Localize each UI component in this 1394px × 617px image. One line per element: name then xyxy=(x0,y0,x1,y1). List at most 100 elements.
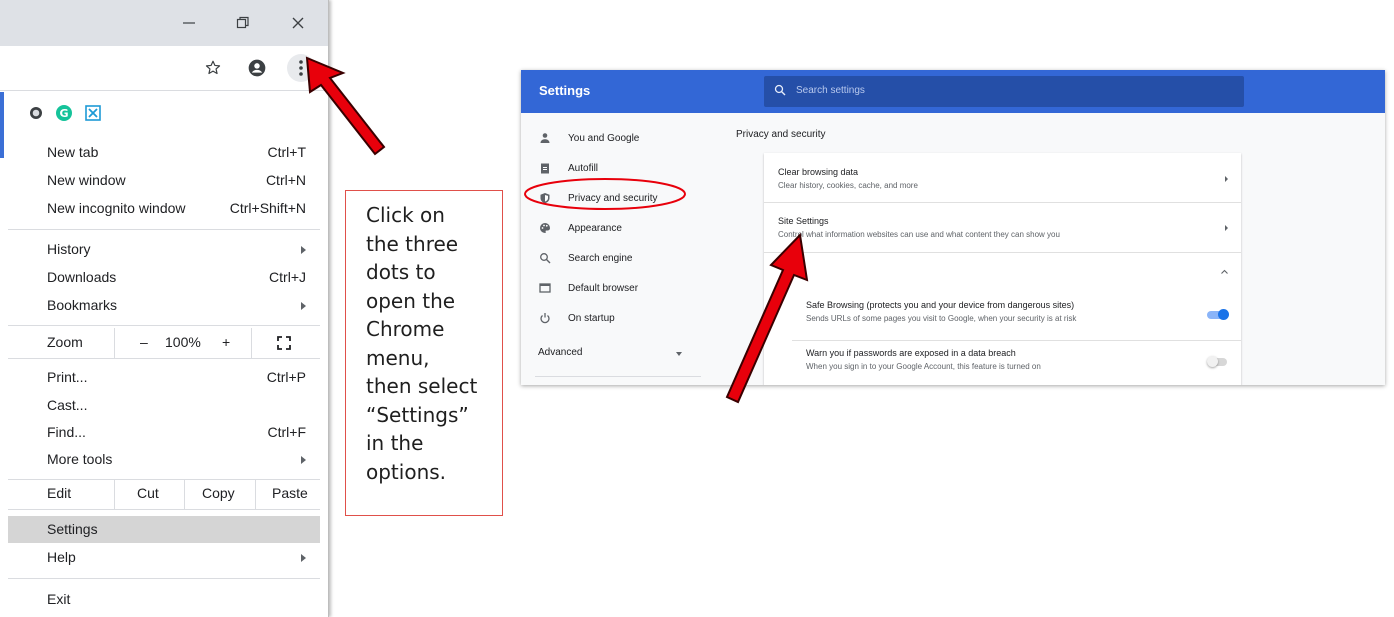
instruction-line: menu, xyxy=(366,345,430,370)
menu-item-settings[interactable]: Settings xyxy=(8,516,320,543)
row-title: re xyxy=(794,266,803,276)
edit-label: Edit xyxy=(47,485,72,501)
menu-item-bookmarks[interactable]: Bookmarks xyxy=(8,292,320,319)
menu-item-label: Bookmarks xyxy=(47,297,118,313)
instruction-line: options. xyxy=(366,459,447,484)
search-placeholder: Search settings xyxy=(796,85,865,96)
privacy-card: Clear browsing data Clear history, cooki… xyxy=(764,153,1241,385)
sidebar-item-default-browser[interactable]: Default browser xyxy=(521,277,761,303)
sidebar-item-label: Search engine xyxy=(568,253,633,264)
menu-divider xyxy=(8,358,320,359)
sidebar-item-search-engine[interactable]: Search engine xyxy=(521,247,761,273)
chrome-menu: G New tab Ctrl+T New window Ctrl+N New inc… xyxy=(8,91,320,617)
menu-item-label: New incognito window xyxy=(47,200,186,216)
zoom-in-button[interactable]: + xyxy=(222,334,230,350)
profile-button[interactable] xyxy=(243,54,271,82)
menu-item-help[interactable]: Help xyxy=(8,544,320,571)
edit-row: Edit Cut Copy Paste xyxy=(8,479,320,509)
sidebar-item-label: Autofill xyxy=(568,163,599,174)
menu-item-shortcut: Ctrl+N xyxy=(265,172,306,188)
password-warning-row[interactable]: Warn you if passwords are exposed in a d… xyxy=(764,341,1241,385)
submenu-arrow-icon xyxy=(301,456,306,464)
chevron-up-icon xyxy=(1221,269,1228,274)
menu-item-find[interactable]: Find... Ctrl+F xyxy=(8,419,320,446)
restore-button[interactable] xyxy=(228,10,258,36)
grammarly-icon[interactable]: G xyxy=(55,104,73,122)
zoom-level: 100% xyxy=(165,334,201,350)
chevron-down-icon[interactable] xyxy=(676,352,682,356)
toggle-knob xyxy=(1218,309,1229,320)
password-warning-toggle[interactable] xyxy=(1207,356,1229,368)
clear-browsing-data-row[interactable]: Clear browsing data Clear history, cooki… xyxy=(764,153,1241,202)
excel-extension-icon[interactable] xyxy=(84,104,102,122)
menu-divider xyxy=(8,325,320,326)
more-section-row[interactable]: re xyxy=(764,253,1241,287)
chrome-menu-button[interactable] xyxy=(287,54,315,82)
paste-button[interactable]: Paste xyxy=(272,485,308,501)
instruction-line: dots to xyxy=(366,260,436,284)
menu-item-label: Downloads xyxy=(47,269,117,285)
copy-button[interactable]: Copy xyxy=(202,485,235,501)
palette-icon xyxy=(540,223,551,233)
sidebar-item-you-and-google[interactable]: You and Google xyxy=(521,127,761,153)
star-icon xyxy=(205,60,221,75)
chevron-right-icon xyxy=(1225,225,1228,231)
cut-button[interactable]: Cut xyxy=(137,485,159,501)
chrome-window: G New tab Ctrl+T New window Ctrl+N New inc… xyxy=(0,0,329,617)
menu-item-label: Print... xyxy=(47,369,88,385)
settings-title: Settings xyxy=(539,83,591,98)
bookmark-star-button[interactable] xyxy=(199,54,227,82)
menu-item-more-tools[interactable]: More tools xyxy=(8,446,320,473)
menu-item-new-tab[interactable]: New tab Ctrl+T xyxy=(8,139,320,166)
search-icon xyxy=(774,84,786,96)
close-icon xyxy=(292,17,304,29)
zoom-divider xyxy=(251,328,252,358)
close-button[interactable] xyxy=(283,10,313,36)
menu-item-downloads[interactable]: Downloads Ctrl+J xyxy=(8,264,320,291)
svg-text:G: G xyxy=(59,107,68,120)
menu-item-shortcut: Ctrl+F xyxy=(267,424,307,440)
menu-item-new-window[interactable]: New window Ctrl+N xyxy=(8,167,320,194)
restore-icon xyxy=(236,16,249,29)
menu-item-print[interactable]: Print... Ctrl+P xyxy=(8,364,320,391)
row-description: Clear history, cookies, cache, and more xyxy=(778,181,918,190)
site-settings-row[interactable]: Site Settings Control what information w… xyxy=(764,203,1241,252)
sidebar-item-autofill[interactable]: Autofill xyxy=(521,157,761,183)
search-icon xyxy=(540,253,551,264)
menu-item-shortcut: Ctrl+T xyxy=(267,144,307,160)
zoom-out-button[interactable]: – xyxy=(140,334,148,350)
menu-item-label: New window xyxy=(47,172,126,188)
settings-header: Settings Search settings xyxy=(521,70,1385,113)
instruction-line: “Settings” xyxy=(366,402,469,427)
menu-divider xyxy=(8,509,320,510)
submenu-arrow-icon xyxy=(301,246,306,254)
row-description: When you sign in to your Google Account,… xyxy=(806,362,1041,371)
extensions-row: G xyxy=(8,91,320,135)
sidebar-item-privacy[interactable]: Privacy and security xyxy=(521,187,761,213)
sidebar-advanced[interactable]: Advanced xyxy=(538,347,582,358)
sidebar-item-appearance[interactable]: Appearance xyxy=(521,217,761,243)
sidebar-item-label: You and Google xyxy=(568,133,640,144)
sidebar-divider xyxy=(535,376,701,377)
row-title: Warn you if passwords are exposed in a d… xyxy=(806,348,1016,358)
minimize-icon xyxy=(183,22,195,24)
extension-circle-icon[interactable] xyxy=(27,104,45,122)
menu-item-new-incognito[interactable]: New incognito window Ctrl+Shift+N xyxy=(8,195,320,222)
menu-item-cast[interactable]: Cast... xyxy=(8,392,320,419)
menu-item-exit[interactable]: Exit xyxy=(8,586,320,613)
sidebar-item-on-startup[interactable]: On startup xyxy=(521,307,761,333)
browser-icon xyxy=(539,283,551,293)
browser-toolbar xyxy=(0,46,328,91)
minimize-button[interactable] xyxy=(174,10,204,36)
menu-item-history[interactable]: History xyxy=(8,236,320,263)
safe-browsing-row[interactable]: Safe Browsing (protects you and your dev… xyxy=(764,293,1241,339)
safe-browsing-toggle[interactable] xyxy=(1207,309,1229,321)
chevron-right-icon xyxy=(1225,176,1228,182)
row-title: Site Settings xyxy=(778,216,829,226)
zoom-divider xyxy=(114,328,115,358)
menu-item-shortcut: Ctrl+Shift+N xyxy=(229,200,306,216)
search-input[interactable]: Search settings xyxy=(764,76,1244,107)
instruction-line: open the xyxy=(366,288,456,313)
fullscreen-icon[interactable] xyxy=(277,336,291,350)
instruction-line: the three xyxy=(366,231,459,256)
